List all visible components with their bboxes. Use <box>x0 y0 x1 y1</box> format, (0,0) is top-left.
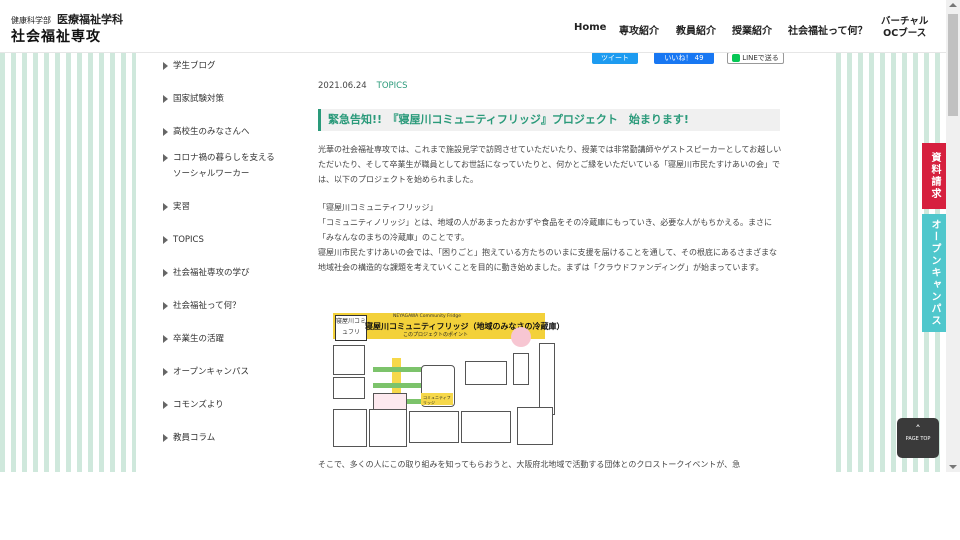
sidebar-item-topics[interactable]: TOPICS <box>162 232 312 248</box>
sidebar-item-covid-line1: コロナ禍の暮らしを支える <box>173 153 275 163</box>
infographic-side-note <box>539 343 555 415</box>
sidebar-item-learning[interactable]: 社会福祉専攻の学び <box>162 265 312 281</box>
scroll-up-arrow-icon[interactable] <box>949 3 957 7</box>
like-label: いいね！ 49 <box>664 54 704 62</box>
sidebar-item-national-exam[interactable]: 国家試験対策 <box>162 91 312 107</box>
tweet-label: ツイート <box>601 54 629 62</box>
infographic-subtitle: このプロジェクトのポイント <box>403 332 469 338</box>
sidebar-item-student-blog[interactable]: 学生ブログ <box>162 58 312 74</box>
infographic-point-box-2 <box>369 409 407 447</box>
infographic-speech-bubble <box>465 361 507 385</box>
facebook-like-button[interactable]: いいね！ 49 <box>654 52 714 64</box>
sidebar-item-faculty-column[interactable]: 教員コラム <box>162 430 312 446</box>
scrollbar-thumb[interactable] <box>948 14 958 116</box>
infographic-point-box-4 <box>461 411 511 443</box>
site-header: 健康科学部 医療福祉学科 社会福祉専攻 Home 専攻紹介 教員紹介 授業紹介 社… <box>0 0 946 53</box>
post-title: 緊急告知!! 『寝屋川コミュニティフリッジ』プロジェクト 始まります! <box>318 109 780 132</box>
infographic-english-title: NEYAGAWA Community Fridge <box>393 314 461 319</box>
line-share-button[interactable]: LINEで送る <box>727 52 784 64</box>
sidebar-item-covid-line2: ソーシャルワーカー <box>173 169 250 179</box>
sidebar-item-commons[interactable]: コモンズより <box>162 397 312 413</box>
infographic-pink-badge <box>511 327 531 347</box>
infographic-donor-box-2 <box>333 377 365 399</box>
post-date: 2021.06.24 <box>318 81 367 91</box>
post-meta: 2021.06.24 TOPICS <box>318 81 408 91</box>
tweet-button[interactable]: ツイート <box>592 52 638 64</box>
department-name: 医療福祉学科 <box>57 13 123 26</box>
post-paragraph-intro: 光華の社会福祉専攻では、これまで施設見学で訪問させていただいたり、授業では非常勤… <box>318 145 782 184</box>
infographic-yellow-banner <box>392 358 401 398</box>
infographic-fridge-label: コミュニティフリッジ <box>423 395 451 405</box>
nav-what-is-welfare[interactable]: 社会福祉って何？ <box>788 22 868 37</box>
sidebar-item-practicum[interactable]: 実習 <box>162 199 312 215</box>
nav-faculty-intro[interactable]: 教員紹介 <box>676 22 716 37</box>
project-infographic: 寝屋川コミュフリ NEYAGAWA Community Fridge 寝屋川コミ… <box>333 313 565 447</box>
nav-virtual-oc[interactable]: バーチャル OCブース <box>881 16 928 40</box>
nav-virtual-oc-line2: OCブース <box>883 28 927 39</box>
nav-virtual-oc-line1: バーチャル <box>881 16 929 27</box>
infographic-point-box-5 <box>517 407 553 445</box>
site-logo-title[interactable]: 社会福祉専攻 <box>11 26 101 46</box>
faculty-name: 健康科学部 <box>11 16 51 25</box>
sidebar-item-high-school[interactable]: 高校生のみなさんへ <box>162 124 312 140</box>
line-icon <box>732 54 741 62</box>
infographic-donor-box <box>333 345 365 375</box>
sidebar-item-open-campus[interactable]: オープンキャンパス <box>162 364 312 380</box>
nav-class-intro[interactable]: 授業紹介 <box>732 22 772 37</box>
infographic-person-figure <box>513 353 529 385</box>
community-fridge-logo: 寝屋川コミュフリ <box>335 315 367 341</box>
sidebar-item-covid-social-worker[interactable]: コロナ禍の暮らしを支える ソーシャルワーカー <box>162 150 312 182</box>
infographic-point-box-1 <box>333 409 367 447</box>
page-top-button[interactable]: ˄ PAGE TOP <box>897 418 939 458</box>
post-paragraph-fridge: 「寝屋川コミュニティフリッジ」 「コミュニティノリッジ」とは、地域の人があまった… <box>318 203 777 272</box>
sidebar-menu: 学生ブログ 国家試験対策 高校生のみなさんへ コロナ禍の暮らしを支える ソーシャ… <box>162 58 312 446</box>
post-paragraph-event: そこで、多くの人にこの取り組みを知ってもらおうと、大阪府北地域で活動する団体との… <box>318 460 741 469</box>
vertical-scrollbar[interactable] <box>946 0 960 472</box>
request-materials-tab[interactable]: 資料請求 <box>922 143 946 209</box>
nav-home[interactable]: Home <box>574 22 606 33</box>
chevron-up-icon: ˄ <box>915 423 921 436</box>
page-top-label: PAGE TOP <box>905 436 931 442</box>
browser-viewport: 健康科学部 医療福祉学科 社会福祉専攻 Home 専攻紹介 教員紹介 授業紹介 社… <box>0 0 946 472</box>
sidebar-item-alumni[interactable]: 卒業生の活躍 <box>162 331 312 347</box>
open-campus-tab[interactable]: オープンキャンパス <box>922 214 946 332</box>
scroll-down-arrow-icon[interactable] <box>949 465 957 469</box>
decorative-stripes-left <box>0 52 136 472</box>
infographic-point-box-3 <box>409 411 459 443</box>
nav-major-intro[interactable]: 専攻紹介 <box>619 22 659 37</box>
line-label: LINEで送る <box>742 54 779 62</box>
sidebar-item-what-is-welfare[interactable]: 社会福祉って何？ <box>162 298 312 314</box>
brand-subtitle[interactable]: 健康科学部 医療福祉学科 <box>11 11 123 27</box>
post-category-link[interactable]: TOPICS <box>377 81 408 91</box>
